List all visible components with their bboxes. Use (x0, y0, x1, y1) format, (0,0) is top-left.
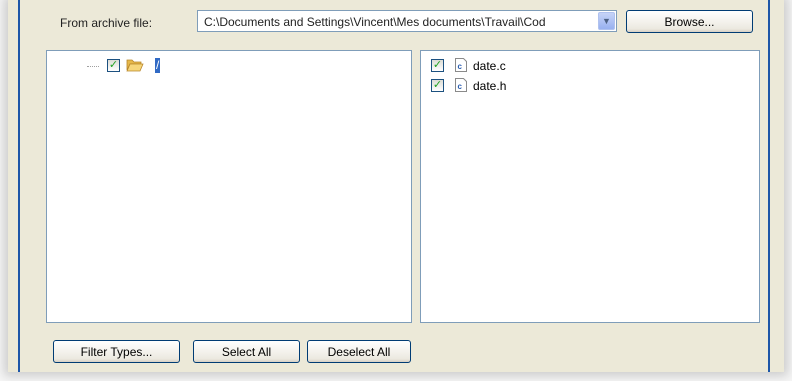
chevron-down-icon[interactable]: ▼ (598, 12, 615, 30)
archive-path-combo[interactable]: C:\Documents and Settings\Vincent\Mes do… (197, 10, 617, 32)
file-name: date.h (473, 79, 507, 93)
archive-file-label-text: From archive file: (60, 16, 153, 30)
file-checkbox[interactable]: ✓ (431, 59, 444, 72)
browse-button[interactable]: Browse... (626, 10, 753, 33)
deselect-all-button[interactable]: Deselect All (307, 340, 411, 363)
select-all-button[interactable]: Select All (193, 340, 300, 363)
svg-text:c: c (458, 82, 463, 91)
root-checkbox[interactable]: ✓ (107, 59, 120, 72)
file-checkbox[interactable]: ✓ (431, 79, 444, 92)
file-name: date.c (473, 59, 506, 73)
svg-text:c: c (458, 62, 463, 71)
tree-root-label[interactable]: / (155, 58, 161, 73)
filter-types-label: Filter Types... (80, 344, 153, 359)
folder-tree-panel[interactable]: ✓ / (46, 50, 412, 323)
tree-connector-line (87, 66, 99, 68)
c-file-icon: c (455, 58, 467, 72)
select-all-label: Select All (221, 344, 272, 359)
open-folder-icon (126, 59, 144, 72)
archive-file-label: From archive file: (60, 13, 152, 33)
import-dialog: From archive file: C:\Documents and Sett… (18, 0, 770, 372)
browse-button-label: Browse... (664, 14, 715, 29)
filter-types-button[interactable]: Filter Types... (53, 340, 180, 363)
c-file-icon: c (455, 78, 467, 92)
archive-path-text[interactable]: C:\Documents and Settings\Vincent\Mes do… (204, 13, 590, 31)
file-list-panel[interactable]: ✓ c date.c ✓ c date.h (420, 50, 760, 323)
deselect-all-label: Deselect All (327, 344, 391, 359)
